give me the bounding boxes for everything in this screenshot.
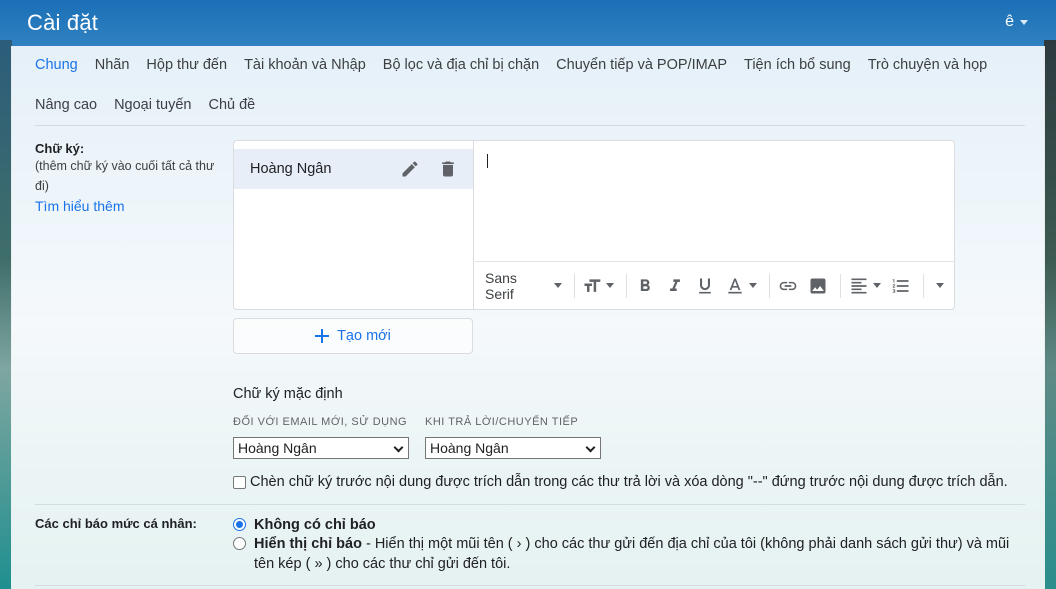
signature-section-label: Chữ ký: (thêm chữ ký vào cuối tất cả thư… (35, 141, 225, 214)
tab-labels[interactable]: Nhãn (95, 57, 130, 73)
input-tools-button[interactable]: ê (1005, 13, 1028, 31)
reply-signature-value: Hoàng Ngân (430, 440, 509, 456)
text-color-button[interactable] (725, 276, 758, 296)
tab-forwarding-pop-imap[interactable]: Chuyển tiếp và POP/IMAP (556, 57, 727, 73)
toolbar-divider (923, 273, 925, 298)
section-divider (35, 585, 1025, 586)
align-button[interactable] (849, 276, 882, 296)
settings-header: Cài đặt ê (0, 0, 1056, 46)
signature-name: Hoàng Ngân (250, 161, 332, 177)
signature-label: Chữ ký: (35, 141, 85, 156)
font-family-label: Sans Serif (485, 269, 517, 302)
italic-button[interactable] (665, 276, 685, 296)
settings-panel: Chung Nhãn Hộp thư đến Tài khoản và Nhập… (11, 46, 1045, 589)
formatting-toolbar: Sans Serif (475, 261, 954, 309)
indicator-option-none: Không có chỉ báo (233, 515, 1029, 535)
chevron-down-icon (749, 283, 758, 288)
font-family-select[interactable]: Sans Serif (485, 270, 562, 302)
underline-icon (699, 278, 712, 293)
toolbar-divider (840, 273, 842, 298)
indicators-label: Các chỉ báo mức cá nhân: (35, 516, 197, 531)
align-left-icon (851, 278, 867, 293)
insert-before-quote-checkbox[interactable] (233, 475, 246, 489)
indicator-none-radio[interactable] (233, 518, 246, 531)
indicator-show-label: Hiển thị chỉ báo (254, 536, 362, 552)
insert-image-button[interactable] (808, 276, 828, 296)
image-icon (810, 278, 826, 293)
page-title: Cài đặt (27, 10, 99, 35)
toolbar-divider (573, 273, 575, 298)
bold-button[interactable] (635, 276, 655, 296)
indicator-none-label: Không có chỉ báo (254, 517, 376, 533)
numbered-list-button[interactable] (891, 276, 911, 296)
edit-icon[interactable] (400, 159, 420, 179)
settings-tabs: Chung Nhãn Hộp thư đến Tài khoản và Nhập… (35, 46, 1025, 126)
indicator-show-radio[interactable] (233, 537, 246, 550)
delete-icon[interactable] (438, 159, 458, 179)
italic-icon (670, 278, 681, 291)
tab-general[interactable]: Chung (35, 57, 78, 73)
tab-row-1: Chung Nhãn Hộp thư đến Tài khoản và Nhập… (35, 46, 1025, 84)
chevron-down-icon (393, 442, 404, 453)
new-email-label: ĐỐI VỚI EMAIL MỚI, SỬ DỤNG (233, 416, 408, 428)
underline-button[interactable] (695, 276, 715, 296)
bold-icon (641, 278, 651, 291)
tab-themes[interactable]: Chủ đề (208, 97, 255, 113)
signature-editor-box: Hoàng Ngân Sans Serif (233, 140, 955, 310)
background-scenery-right (1044, 40, 1056, 589)
signature-list: Hoàng Ngân (234, 141, 474, 309)
signature-list-item[interactable]: Hoàng Ngân (234, 149, 473, 189)
chevron-down-icon (553, 283, 562, 288)
chevron-down-icon (873, 283, 882, 288)
insert-link-button[interactable] (778, 276, 798, 296)
tab-offline[interactable]: Ngoại tuyến (114, 97, 191, 113)
numbered-list-icon (892, 278, 909, 293)
insert-before-quote-label: Chèn chữ ký trước nội dung được trích dẫ… (250, 474, 1008, 490)
link-icon (779, 281, 797, 290)
tab-accounts-import[interactable]: Tài khoản và Nhập (244, 57, 366, 73)
reply-forward-label: KHI TRẢ LỜI/CHUYỂN TIẾP (425, 416, 579, 428)
section-divider (35, 504, 1025, 505)
indicator-option-show: Hiển thị chỉ báo - Hiển thị một mũi tên … (233, 534, 1029, 574)
indicator-show-description: - Hiển thị một mũi tên ( › ) cho các thư… (254, 536, 1010, 572)
tab-chat-meet[interactable]: Trò chuyện và họp (868, 57, 988, 73)
text-size-icon (584, 278, 601, 292)
default-signature-title: Chữ ký mặc định (233, 386, 343, 402)
new-email-signature-value: Hoàng Ngân (238, 440, 317, 456)
toolbar-divider (626, 273, 628, 298)
chevron-down-icon (585, 442, 596, 453)
indicators-section-label: Các chỉ báo mức cá nhân: (35, 516, 197, 531)
create-new-signature-button[interactable]: Tạo mới (233, 318, 473, 354)
tab-add-ons[interactable]: Tiện ích bổ sung (744, 57, 851, 73)
tab-filters-blocked[interactable]: Bộ lọc và địa chỉ bị chặn (383, 57, 539, 73)
create-new-label: Tạo mới (337, 328, 391, 344)
text-cursor (487, 154, 488, 168)
input-tools-label: ê (1005, 13, 1014, 30)
new-email-signature-select[interactable]: Hoàng Ngân (233, 437, 409, 459)
chevron-down-icon (606, 283, 615, 288)
tab-inbox[interactable]: Hộp thư đến (146, 57, 227, 73)
learn-more-link[interactable]: Tìm hiểu thêm (35, 198, 225, 214)
tab-row-2: Nâng cao Ngoại tuyến Chủ đề (35, 84, 1025, 126)
font-size-button[interactable] (582, 276, 615, 296)
plus-icon (315, 329, 330, 343)
tab-advanced[interactable]: Nâng cao (35, 97, 97, 113)
text-color-icon (728, 278, 743, 293)
toolbar-divider (769, 273, 771, 298)
signature-description: (thêm chữ ký vào cuối tất cả thư đi) (35, 159, 215, 193)
reply-signature-select[interactable]: Hoàng Ngân (425, 437, 601, 459)
insert-before-quote-option: Chèn chữ ký trước nội dung được trích dẫ… (233, 474, 1008, 490)
chevron-down-icon (1020, 19, 1028, 25)
signature-text-editor[interactable]: Sans Serif (475, 141, 954, 309)
more-formatting-button[interactable] (932, 283, 945, 288)
chevron-down-icon (936, 283, 945, 288)
